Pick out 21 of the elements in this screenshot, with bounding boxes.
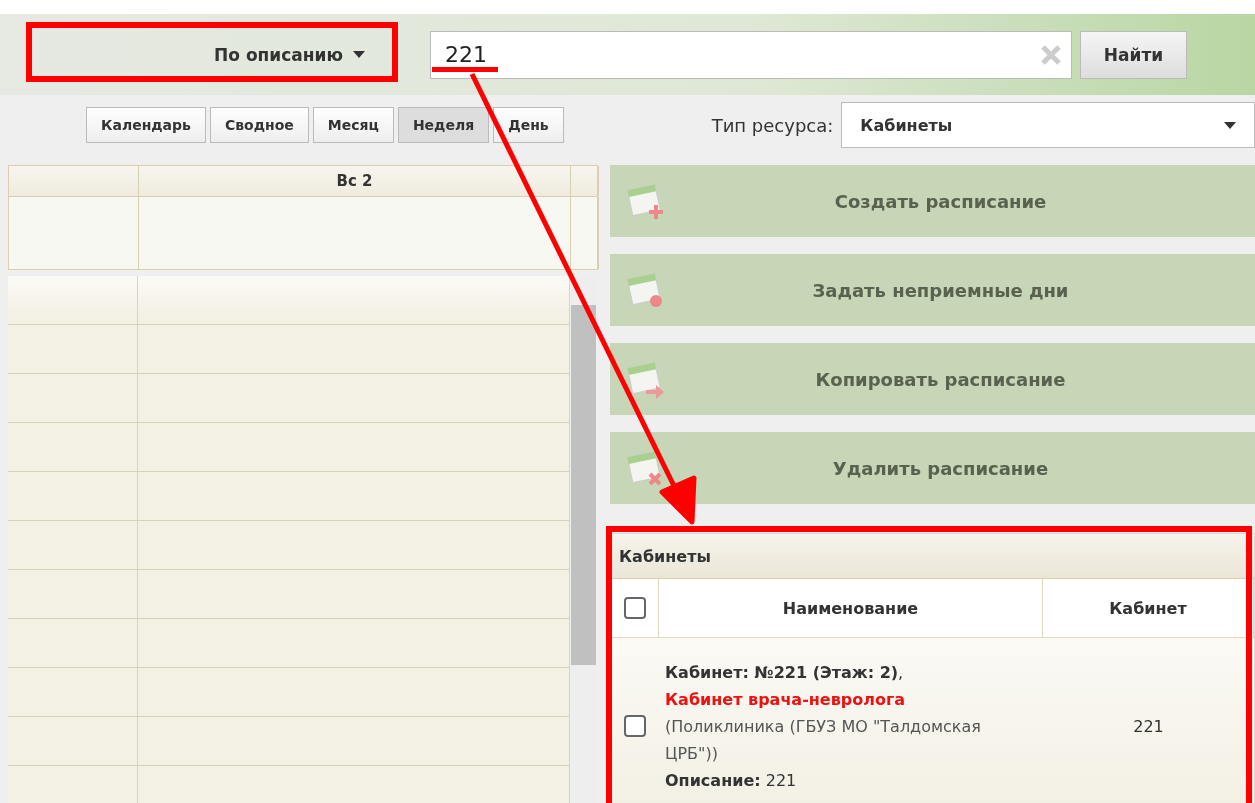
search-mode-dropdown[interactable]: По описанию: [30, 29, 390, 80]
view-tab[interactable]: Неделя: [397, 107, 490, 143]
caret-icon: [1224, 121, 1236, 129]
resource-type-label: Тип ресурса:: [711, 114, 834, 136]
panel-title: Кабинеты: [611, 534, 1254, 579]
description-text: Описание: 221: [665, 769, 797, 792]
select-all-checkbox[interactable]: [623, 597, 646, 619]
annotation-underline: [432, 67, 498, 72]
view-tab[interactable]: Сводное: [209, 107, 309, 143]
caret-icon: [353, 51, 365, 58]
find-button[interactable]: Найти: [1080, 30, 1187, 79]
view-tab[interactable]: Месяц: [312, 107, 394, 143]
resource-type-select[interactable]: Кабинеты: [841, 102, 1255, 148]
room-name: Кабинет врача-невролога: [665, 688, 906, 711]
room-label: Кабинет: №221 (Этаж: 2),: [665, 661, 904, 684]
row-checkbox[interactable]: [624, 715, 646, 737]
view-tab[interactable]: День: [493, 107, 564, 143]
room-number: 221: [1133, 716, 1164, 736]
search-field[interactable]: 221: [430, 30, 1072, 79]
view-tab[interactable]: Календарь: [86, 107, 206, 143]
organization-text: (Поликлиника (ГБУЗ МО "Талдомская ЦРБ")): [665, 715, 982, 765]
